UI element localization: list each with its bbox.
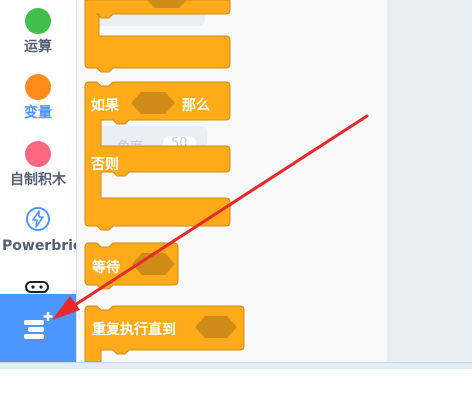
- lightning-icon: [26, 207, 50, 231]
- repeat-until-label: 重复执行直到: [92, 322, 176, 338]
- category-label: 运算: [24, 39, 52, 55]
- category-powerbrick[interactable]: Powerbrick: [0, 206, 76, 254]
- add-extension-icon: [24, 312, 53, 339]
- robot-icon: [25, 281, 49, 293]
- bottom-panel: [0, 369, 472, 406]
- operators-dot-icon: [25, 8, 51, 34]
- then-label: 那么: [182, 98, 210, 114]
- add-extension-button[interactable]: [0, 294, 76, 362]
- script-workspace[interactable]: [387, 0, 472, 362]
- category-label: 自制积木: [10, 172, 66, 188]
- else-label: 否则: [91, 157, 119, 173]
- partial-c-block[interactable]: [84, 0, 231, 73]
- block-palette: 角度 50 如果 那么 否则 等待 重复执行直到: [77, 0, 387, 362]
- category-variables[interactable]: 变量: [0, 74, 76, 122]
- bottom-scrollbar-strip: [0, 362, 472, 369]
- category-label: Powerbrick: [2, 238, 76, 254]
- blocks-canvas: [84, 0, 245, 362]
- category-operators[interactable]: 运算: [0, 8, 76, 56]
- wait-label: 等待: [92, 260, 120, 276]
- category-label: 变量: [24, 105, 52, 121]
- category-my-blocks[interactable]: 自制积木: [0, 141, 76, 189]
- if-label: 如果: [91, 98, 119, 114]
- my-blocks-dot-icon: [25, 141, 51, 167]
- variables-dot-icon: [25, 74, 51, 100]
